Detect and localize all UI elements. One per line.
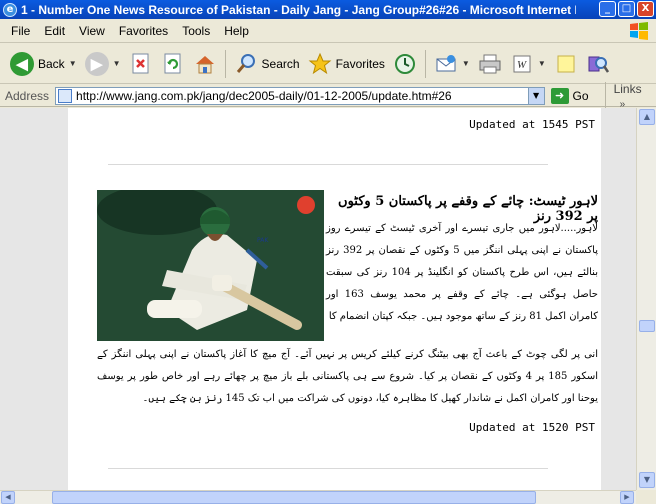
updated-bottom: Updated at 1520 PST <box>469 421 595 434</box>
back-dropdown-icon[interactable]: ▼ <box>69 59 77 68</box>
svg-text:W: W <box>517 59 527 71</box>
edit-button[interactable]: W ▼ <box>506 47 550 81</box>
menu-bar: File Edit View Favorites Tools Help <box>0 19 656 43</box>
url-input[interactable] <box>76 88 527 103</box>
updated-top: Updated at 1545 PST <box>469 118 595 131</box>
page-icon <box>58 88 73 103</box>
close-button[interactable]: X <box>637 1 654 17</box>
home-icon <box>193 52 217 76</box>
title-bar: e 1 - Number One News Resource of Pakist… <box>0 0 656 19</box>
scrollbar-corner <box>636 490 656 504</box>
windows-logo-icon <box>630 22 648 40</box>
back-label: Back <box>38 56 65 71</box>
history-icon <box>393 52 417 76</box>
toolbar-separator <box>424 49 426 78</box>
vertical-scrollbar[interactable]: ▲ ▼ <box>636 108 656 490</box>
links-bar[interactable]: Links » <box>604 81 656 110</box>
address-label: Address <box>5 88 50 103</box>
forward-arrow-icon: ▶ <box>84 51 109 76</box>
menu-help[interactable]: Help <box>217 24 256 38</box>
forward-dropdown-icon[interactable]: ▼ <box>113 59 121 68</box>
content-viewport: Updated at 1545 PST PAK لاہور ٹیسٹ: چائے… <box>0 108 636 490</box>
search-label: Search <box>261 56 300 71</box>
news-page: Updated at 1545 PST PAK لاہور ٹیسٹ: چائے… <box>68 108 601 490</box>
print-button[interactable] <box>474 47 506 81</box>
back-button[interactable]: ◀ Back ▼ <box>6 47 81 81</box>
menu-file[interactable]: File <box>4 24 37 38</box>
stop-icon <box>129 52 153 76</box>
article-body-right: لاہور.....لاہور میں جاری تیسرے اور آخری … <box>326 223 598 322</box>
search-button[interactable]: Search <box>230 47 304 81</box>
forward-button[interactable]: ▶ ▼ <box>81 47 125 81</box>
toolbar-separator <box>224 49 226 78</box>
research-icon <box>586 52 610 76</box>
mail-dropdown-icon[interactable]: ▼ <box>462 59 470 68</box>
address-field[interactable]: ▼ <box>55 86 545 105</box>
go-arrow-icon: ➜ <box>550 87 569 104</box>
research-button[interactable] <box>582 47 614 81</box>
divider <box>108 468 548 469</box>
word-edit-icon: W <box>510 52 534 76</box>
favorites-label: Favorites <box>335 56 385 71</box>
scroll-left-icon[interactable]: ◀ <box>1 491 15 504</box>
star-icon <box>308 52 332 76</box>
horizontal-scroll-thumb[interactable] <box>52 491 536 504</box>
favorites-button[interactable]: Favorites <box>304 47 389 81</box>
menu-view[interactable]: View <box>72 24 112 38</box>
mail-icon <box>434 52 458 76</box>
scroll-right-icon[interactable]: ▶ <box>620 491 634 504</box>
back-arrow-icon: ◀ <box>10 51 34 76</box>
cricket-photo: PAK <box>97 190 324 341</box>
refresh-button[interactable] <box>157 47 189 81</box>
window-title: 1 - Number One News Resource of Pakistan… <box>21 2 576 17</box>
printer-icon <box>478 52 502 76</box>
toolbar: ◀ Back ▼ ▶ ▼ Search Favorites ▼ W ▼ <box>0 44 656 84</box>
ie-logo-icon: e <box>3 2 17 17</box>
edit-dropdown-icon[interactable]: ▼ <box>538 59 546 68</box>
search-icon <box>234 52 258 76</box>
menu-tools[interactable]: Tools <box>175 24 217 38</box>
scroll-down-icon[interactable]: ▼ <box>639 472 655 488</box>
history-button[interactable] <box>389 47 421 81</box>
go-button[interactable]: ➜ Go <box>550 87 589 104</box>
go-label: Go <box>572 88 589 103</box>
svg-text:PAK: PAK <box>257 237 269 244</box>
links-label: Links <box>613 81 642 96</box>
menu-favorites[interactable]: Favorites <box>112 24 175 38</box>
mail-button[interactable]: ▼ <box>430 47 474 81</box>
refresh-icon <box>161 52 185 76</box>
note-icon <box>554 52 578 76</box>
stop-button[interactable] <box>125 47 157 81</box>
scroll-up-icon[interactable]: ▲ <box>639 109 655 125</box>
discuss-button[interactable] <box>550 47 582 81</box>
address-bar: Address ▼ ➜ Go Links » <box>0 81 656 110</box>
vertical-scroll-thumb[interactable] <box>639 320 655 332</box>
horizontal-scrollbar[interactable]: ◀ ▶ <box>0 490 636 504</box>
article-body-full: انی پر لگی چوٹ کے باعث آج بھی بیٹنگ کرنے… <box>97 349 599 404</box>
address-dropdown-icon[interactable]: ▼ <box>527 87 544 104</box>
menu-edit[interactable]: Edit <box>37 24 72 38</box>
divider <box>108 164 548 165</box>
home-button[interactable] <box>189 47 221 81</box>
minimize-button[interactable]: _ <box>599 1 616 17</box>
batsman-image-icon: PAK <box>97 190 324 341</box>
maximize-button[interactable]: □ <box>618 1 635 17</box>
